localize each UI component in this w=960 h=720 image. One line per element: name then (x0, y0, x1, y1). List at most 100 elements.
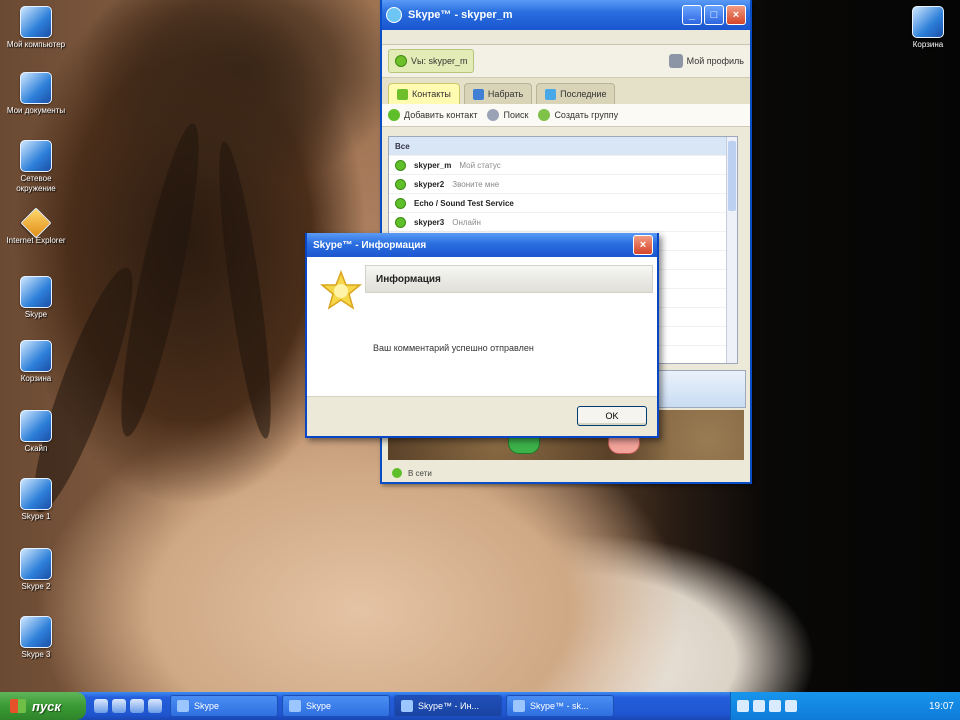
add-contact-button[interactable]: Добавить контакт (388, 109, 477, 121)
skype-icon (20, 276, 52, 308)
quick-launch (86, 699, 170, 713)
network-icon (20, 140, 52, 172)
tab-label: Контакты (412, 89, 451, 99)
desktop-icon[interactable]: Skype 1 (4, 478, 68, 532)
create-group-label: Создать группу (554, 110, 619, 120)
close-button[interactable]: × (726, 5, 746, 25)
desktop-icon-label: Мой компьютер (6, 40, 66, 49)
tab-label: Набрать (487, 89, 524, 99)
desktop-icon[interactable]: Скайп (4, 410, 68, 464)
tab-history[interactable]: Последние (536, 83, 616, 104)
taskbar-button[interactable]: Skype™ - Ин... (394, 695, 502, 717)
tab-label: Последние (560, 89, 607, 99)
profile-icon (668, 54, 683, 68)
desktop-icon[interactable]: Internet Explorer (4, 207, 68, 256)
skype-tray-icon[interactable] (769, 700, 781, 712)
desktop-icon-label: Skype (24, 310, 48, 319)
group-icon (538, 109, 551, 121)
language-tray-icon[interactable] (785, 700, 797, 712)
contacts-tab-icon (397, 88, 408, 100)
taskbar-button-label: Skype™ - Ин... (418, 701, 479, 711)
desktop-icon[interactable]: Мой компьютер (4, 6, 68, 60)
tab-dial[interactable]: Набрать (463, 83, 533, 104)
documents-icon (20, 72, 52, 104)
desktop-icon[interactable]: Корзина (4, 340, 68, 394)
profile-label: Мой профиль (686, 56, 744, 66)
taskbar-button[interactable]: Skype (282, 695, 390, 717)
profile-link[interactable]: Мой профиль (668, 54, 744, 68)
dialog-close-button[interactable]: × (633, 235, 653, 255)
task-buttons: Skype Skype Skype™ - Ин... Skype™ - sk... (170, 695, 618, 717)
start-button[interactable]: пуск (0, 692, 86, 720)
contact-status-icon (395, 216, 406, 228)
app-icon (20, 478, 52, 510)
contact-name: Echo / Sound Test Service (414, 198, 514, 208)
create-group-button[interactable]: Создать группу (538, 109, 618, 121)
recycle-bin-icon (912, 6, 944, 38)
taskbar-button-label: Skype (306, 701, 332, 711)
maximize-button[interactable]: □ (704, 5, 724, 25)
contact-list-scrollbar[interactable] (726, 137, 737, 363)
desktop-icon-label: Мои документы (6, 106, 66, 115)
ie-icon (20, 207, 52, 239)
taskbar: пуск Skype Skype Skype™ - Ин... Skype™ - sk… (0, 692, 960, 720)
app-icon (20, 548, 52, 580)
contact-name: skyper3 (414, 217, 445, 227)
skype-titlebar[interactable]: Skype™ - skyper_m _ □ × (382, 0, 750, 30)
search-label: Поиск (503, 110, 529, 120)
ie-icon[interactable] (112, 699, 126, 713)
tab-contacts[interactable]: Контакты (388, 83, 460, 104)
minimize-button[interactable]: _ (682, 5, 702, 25)
dial-tab-icon (472, 88, 484, 100)
desktop-icon-label: Skype 1 (21, 512, 51, 521)
desktop-icon-label: Skype 3 (21, 650, 51, 659)
contact-row[interactable]: skyper3 Онлайн (389, 213, 737, 232)
add-contact-icon (388, 109, 400, 121)
start-label: пуск (32, 698, 61, 714)
status-button-label: Vы: skyper_m (411, 56, 468, 66)
dialog-titlebar[interactable]: Skype™ - Информация × (307, 233, 657, 257)
desktop-icon[interactable]: Мои документы (4, 72, 68, 126)
desktop-icon[interactable]: Сетевое окружение (4, 140, 68, 194)
search-icon (487, 109, 500, 121)
scrollbar-thumb[interactable] (728, 141, 736, 211)
contact-row[interactable]: skyper_m Мой статус (389, 156, 737, 175)
taskbar-button[interactable]: Skype™ - sk... (506, 695, 614, 717)
desktop-icon[interactable]: Skype 3 (4, 616, 68, 670)
contact-status-icon (395, 159, 406, 171)
recycle-bin-icon (20, 340, 52, 372)
desktop-icon[interactable]: Skype 2 (4, 548, 68, 602)
skype-menubar[interactable] (382, 30, 750, 45)
app-icon (20, 616, 52, 648)
desktop-icon-right[interactable]: Корзина (896, 6, 960, 60)
skype-logo-icon (177, 700, 189, 712)
app-icon (20, 410, 52, 442)
windows-logo-icon (10, 699, 26, 713)
media-player-icon[interactable] (130, 699, 144, 713)
show-desktop-icon[interactable] (94, 699, 108, 713)
contact-row[interactable]: Echo / Sound Test Service (389, 194, 737, 213)
network-tray-icon[interactable] (737, 700, 749, 712)
ok-button[interactable]: OK (577, 406, 647, 426)
desktop-icon[interactable]: Skype (4, 276, 68, 330)
dialog-title: Skype™ - Информация (313, 239, 427, 251)
system-tray: 19:07 (730, 692, 960, 720)
online-status-icon (392, 468, 402, 478)
volume-tray-icon[interactable] (753, 700, 765, 712)
info-star-icon (319, 269, 363, 310)
dialog-footer: OK (307, 396, 657, 435)
contact-name: skyper2 (414, 179, 445, 189)
history-tab-icon (545, 88, 557, 100)
desktop-icon-label: Корзина (912, 40, 944, 49)
contact-row[interactable]: skyper2 Звоните мне (389, 175, 737, 194)
skype-logo-icon (289, 700, 301, 712)
skype-window-title: Skype™ - skyper_m (408, 9, 513, 21)
taskbar-button[interactable]: Skype (170, 695, 278, 717)
contact-group-header[interactable]: Все (389, 137, 737, 156)
skype-logo-icon (386, 7, 402, 23)
contact-status-icon (395, 197, 406, 209)
online-status-button[interactable]: Vы: skyper_m (388, 49, 475, 73)
add-contact-label: Добавить контакт (404, 110, 478, 120)
search-button[interactable]: Поиск (487, 109, 528, 121)
folder-icon[interactable] (148, 699, 162, 713)
